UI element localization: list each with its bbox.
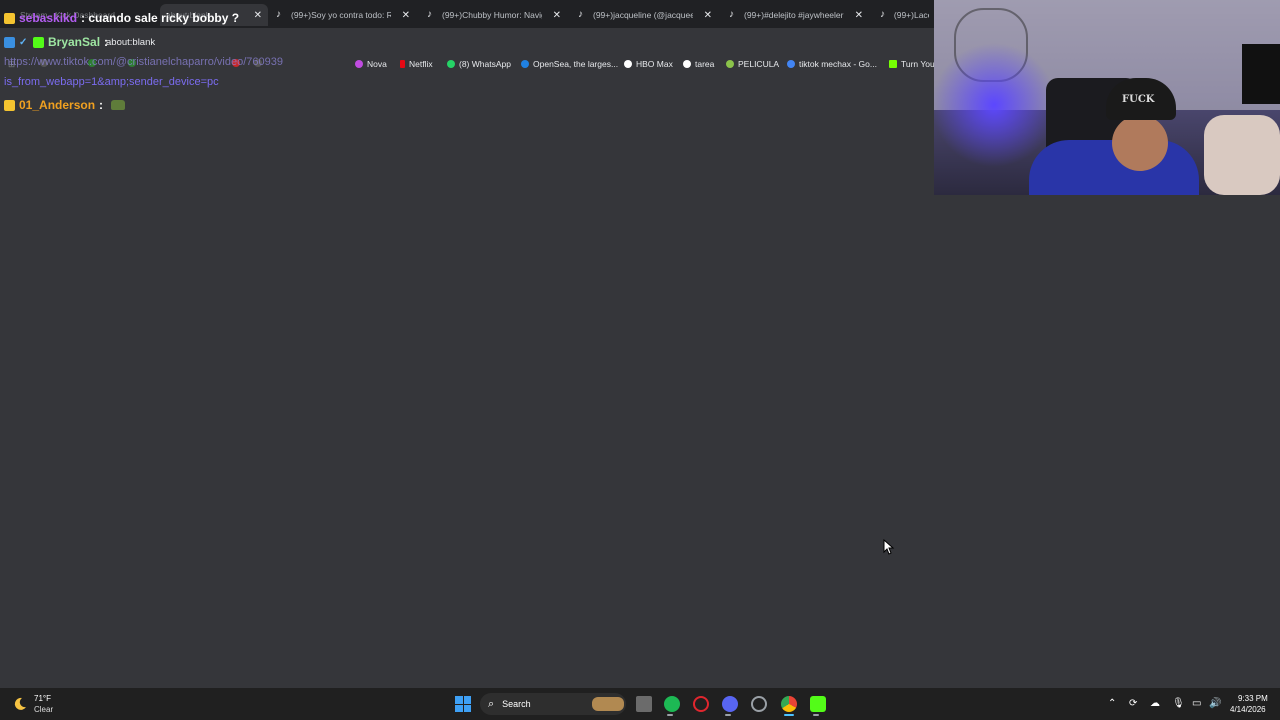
- streamer-head: [1112, 115, 1168, 171]
- network-icon[interactable]: ▭: [1192, 698, 1201, 709]
- bookmark-label: Nova: [367, 59, 387, 69]
- chat-text: :: [104, 35, 109, 49]
- kick-icon[interactable]: [810, 696, 826, 712]
- running-indicator: [667, 714, 673, 716]
- search-highlight-art: [592, 697, 624, 711]
- steam-icon[interactable]: [751, 696, 767, 712]
- tab-tiktok-4[interactable]: (99+)#delejito #jaywheeler # ✕: [723, 4, 869, 26]
- tab-tiktok-1[interactable]: (99+)Soy yo contra todo: Ref ✕: [270, 4, 416, 26]
- tab-tiktok-3[interactable]: (99+)jacqueline (@jacqueelg ✕: [572, 4, 718, 26]
- badge-icon: [4, 99, 15, 111]
- opera-icon[interactable]: [693, 696, 709, 712]
- chat-username[interactable]: sebaskikd: [19, 11, 77, 25]
- onedrive-icon[interactable]: ☁: [1150, 698, 1160, 709]
- nova-icon: [355, 60, 363, 68]
- address-bar-url[interactable]: about:blank: [106, 37, 155, 48]
- chevron-up-icon[interactable]: ⌃: [1108, 698, 1116, 709]
- webcam-feed: FUCK: [934, 0, 1280, 195]
- tv-screen: [1242, 44, 1280, 104]
- badge-icon: [4, 12, 15, 24]
- chat-message: ✓ BryanSal :: [4, 35, 108, 49]
- verified-icon: ✓: [19, 36, 28, 48]
- file-explorer-icon[interactable]: [636, 696, 652, 712]
- close-icon[interactable]: ✕: [254, 10, 262, 21]
- bookmark-label: OpenSea, the larges...: [533, 59, 619, 69]
- bookmark-label: PELICULA: [738, 59, 780, 69]
- tab-title: (99+)Chubby Humor: Navig: [442, 10, 542, 20]
- hbo-icon: [624, 60, 632, 68]
- netflix-icon: [400, 60, 405, 68]
- chat-message: sebaskikd : cuando sale ricky bobby ?: [4, 11, 239, 25]
- opensea-icon: [521, 60, 529, 68]
- moon-icon[interactable]: [12, 696, 28, 712]
- tiktok-icon: [427, 9, 436, 20]
- microphone-icon[interactable]: 🎙: [1172, 698, 1185, 709]
- bookmark-label: tarea: [695, 59, 715, 69]
- turn-you-icon: [889, 60, 897, 68]
- tab-tiktok-5[interactable]: (99+)Lacey: [874, 4, 935, 26]
- tab-title: (99+)Soy yo contra todo: Ref: [291, 10, 391, 20]
- badge-icon: [33, 36, 44, 48]
- bookmark-tarea[interactable]: tarea: [683, 59, 714, 69]
- weather-condition[interactable]: Clear: [34, 705, 53, 714]
- bookmark-opensea[interactable]: OpenSea, the larges...: [521, 59, 618, 69]
- running-indicator: [725, 714, 731, 716]
- clock-time[interactable]: 9:33 PM: [1238, 694, 1268, 703]
- clock-date[interactable]: 4/14/2026: [1230, 705, 1266, 714]
- tiktok-icon: [729, 9, 738, 20]
- search-icon: ⌕: [488, 697, 495, 710]
- chat-text: :: [99, 98, 104, 112]
- tab-title: (99+)#delejito #jaywheeler #: [744, 10, 844, 20]
- badge-icon: [4, 36, 15, 48]
- bookmark-turn-you[interactable]: Turn You: [889, 59, 935, 69]
- bookmark-nova[interactable]: Nova: [355, 59, 387, 69]
- windows-start-icon[interactable]: [455, 696, 471, 712]
- chat-username[interactable]: 01_Anderson: [19, 98, 95, 112]
- tab-tiktok-2[interactable]: (99+)Chubby Humor: Navig ✕: [421, 4, 567, 26]
- bookmark-pelicula[interactable]: PELICULA: [726, 59, 779, 69]
- bookmark-tiktok-mechax[interactable]: tiktok mechax - Go...: [787, 59, 877, 69]
- volume-icon[interactable]: 🔊: [1209, 698, 1221, 709]
- active-indicator: [784, 714, 794, 716]
- bookmark-hbo[interactable]: HBO Max: [624, 59, 673, 69]
- pepe-emote-icon: [111, 100, 126, 110]
- bookmark-label: (8) WhatsApp: [459, 59, 511, 69]
- close-icon[interactable]: ✕: [704, 10, 712, 21]
- bookmark-label: HBO Max: [636, 59, 673, 69]
- sync-icon[interactable]: ⟳: [1129, 698, 1137, 709]
- whatsapp-icon: [447, 60, 455, 68]
- close-icon[interactable]: ✕: [553, 10, 561, 21]
- close-icon[interactable]: ✕: [402, 10, 410, 21]
- cap-text: FUCK: [1122, 94, 1155, 105]
- chat-username[interactable]: BryanSal: [48, 35, 100, 49]
- google-drive-icon: [787, 60, 795, 68]
- spotify-icon[interactable]: [664, 696, 680, 712]
- running-indicator: [813, 714, 819, 716]
- chat-link-line1[interactable]: https://www.tiktok.com/@cristianelchapar…: [4, 56, 283, 68]
- tiktok-icon: [578, 9, 587, 20]
- bookmark-whatsapp[interactable]: (8) WhatsApp: [447, 59, 511, 69]
- pelicula-icon: [726, 60, 734, 68]
- tab-title: (99+)Lacey: [893, 10, 929, 20]
- tarea-icon: [683, 60, 691, 68]
- search-label: Search: [502, 699, 531, 709]
- bookmark-netflix[interactable]: Netflix: [400, 59, 433, 69]
- chat-link-line2[interactable]: is_from_webapp=1&amp;sender_device=pc: [4, 76, 219, 88]
- weather-temp[interactable]: 71°F: [34, 694, 51, 703]
- bookmark-label: tiktok mechax - Go...: [799, 59, 877, 69]
- bookmark-label: Netflix: [409, 59, 433, 69]
- tiktok-icon: [880, 9, 888, 20]
- chrome-icon[interactable]: [781, 696, 797, 712]
- mouse-cursor-icon: [883, 539, 895, 555]
- discord-icon[interactable]: [722, 696, 738, 712]
- pillow: [1204, 115, 1280, 195]
- chat-text: : cuando sale ricky bobby ?: [81, 11, 240, 25]
- bookmark-label: Turn You: [901, 59, 935, 69]
- tiktok-icon: [276, 9, 285, 20]
- led-light: [934, 40, 1054, 170]
- close-icon[interactable]: ✕: [855, 10, 863, 21]
- taskbar-search[interactable]: ⌕ Search: [480, 693, 626, 715]
- tab-title: (99+)jacqueline (@jacqueelg: [593, 10, 693, 20]
- chat-message: 01_Anderson :: [4, 98, 126, 112]
